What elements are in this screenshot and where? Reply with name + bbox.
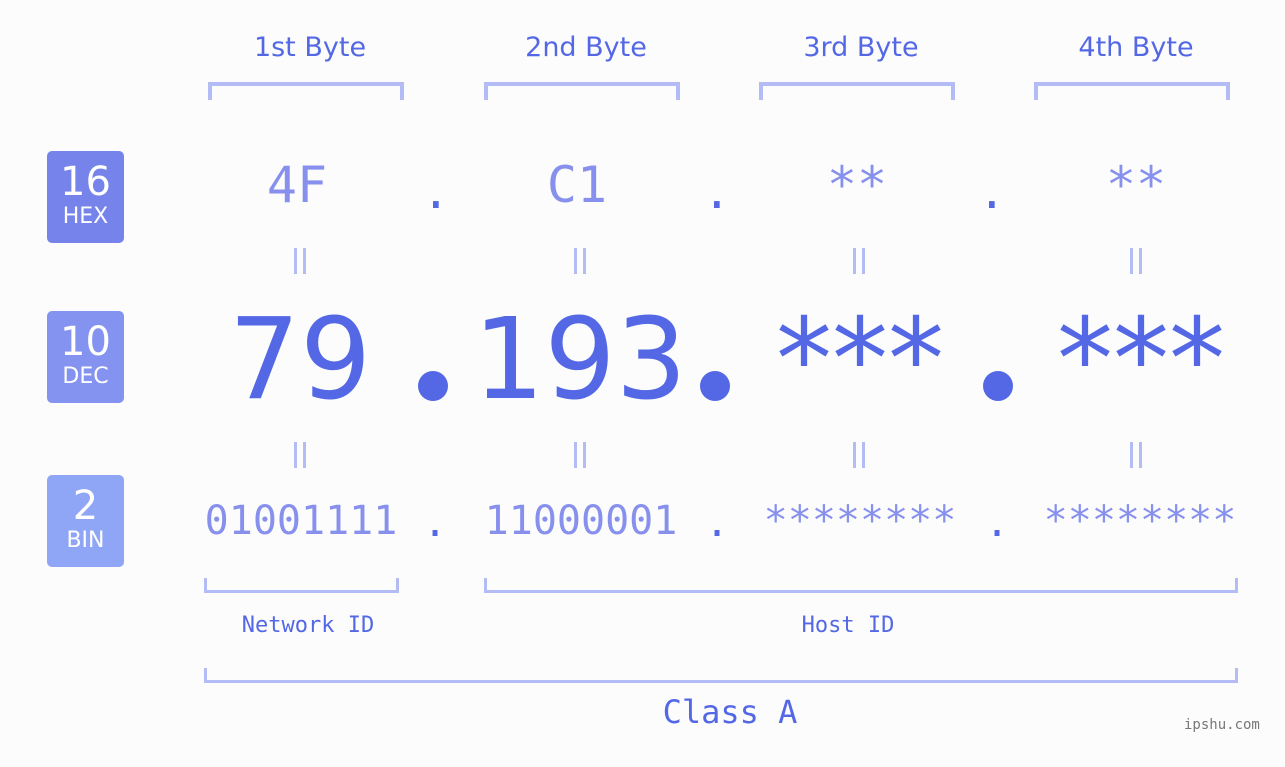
byte-header-4: 4th Byte <box>1078 32 1194 63</box>
host-id-label: Host ID <box>801 613 895 638</box>
bin-separator: . <box>985 500 1010 546</box>
byte-header-3: 3rd Byte <box>803 32 919 63</box>
dec-byte-2: 193 <box>473 295 687 425</box>
equals-icon <box>1125 248 1147 274</box>
network-id-bracket <box>204 578 399 593</box>
dec-separator-dot <box>983 371 1013 401</box>
dec-byte-1: 79 <box>228 295 372 425</box>
equals-icon <box>289 442 311 468</box>
byte-header-1: 1st Byte <box>253 32 367 63</box>
dec-separator-dot <box>418 371 448 401</box>
byte-bracket-1 <box>208 82 404 100</box>
hex-badge-base: 16 <box>60 159 111 205</box>
bin-byte-4: ******** <box>1043 498 1237 544</box>
hex-byte-4: ** <box>1105 156 1167 214</box>
hex-byte-3: ** <box>826 156 888 214</box>
class-label: Class A <box>662 693 798 731</box>
hex-separator: . <box>703 165 731 219</box>
equals-icon <box>569 248 591 274</box>
class-bracket <box>204 668 1238 683</box>
byte-bracket-2 <box>484 82 680 100</box>
byte-bracket-3 <box>759 82 955 100</box>
host-id-bracket <box>484 578 1238 593</box>
equals-icon <box>848 442 870 468</box>
hex-byte-2: C1 <box>546 156 608 214</box>
hex-separator: . <box>978 165 1006 219</box>
equals-icon <box>848 248 870 274</box>
dec-badge-label: DEC <box>62 364 109 389</box>
bin-byte-2: 11000001 <box>484 498 678 544</box>
dec-byte-3: *** <box>776 295 944 425</box>
hex-badge-label: HEX <box>62 204 109 229</box>
equals-icon <box>569 442 591 468</box>
bin-byte-1: 01001111 <box>204 498 398 544</box>
bin-separator: . <box>423 500 448 546</box>
dec-badge: 10 DEC <box>47 311 124 403</box>
equals-icon <box>289 248 311 274</box>
hex-byte-1: 4F <box>266 156 328 214</box>
equals-icon <box>1125 442 1147 468</box>
dec-byte-4: *** <box>1057 295 1225 425</box>
watermark: ipshu.com <box>1184 717 1260 733</box>
bin-badge-label: BIN <box>66 528 105 553</box>
dec-badge-base: 10 <box>60 319 111 365</box>
network-id-label: Network ID <box>241 613 375 638</box>
hex-badge: 16 HEX <box>47 151 124 243</box>
bin-badge-base: 2 <box>72 483 99 529</box>
hex-separator: . <box>422 165 450 219</box>
bin-byte-3: ******** <box>763 498 957 544</box>
byte-bracket-4 <box>1034 82 1230 100</box>
dec-separator-dot <box>700 371 730 401</box>
bin-badge: 2 BIN <box>47 475 124 567</box>
bin-separator: . <box>705 500 730 546</box>
byte-header-2: 2nd Byte <box>525 32 647 63</box>
